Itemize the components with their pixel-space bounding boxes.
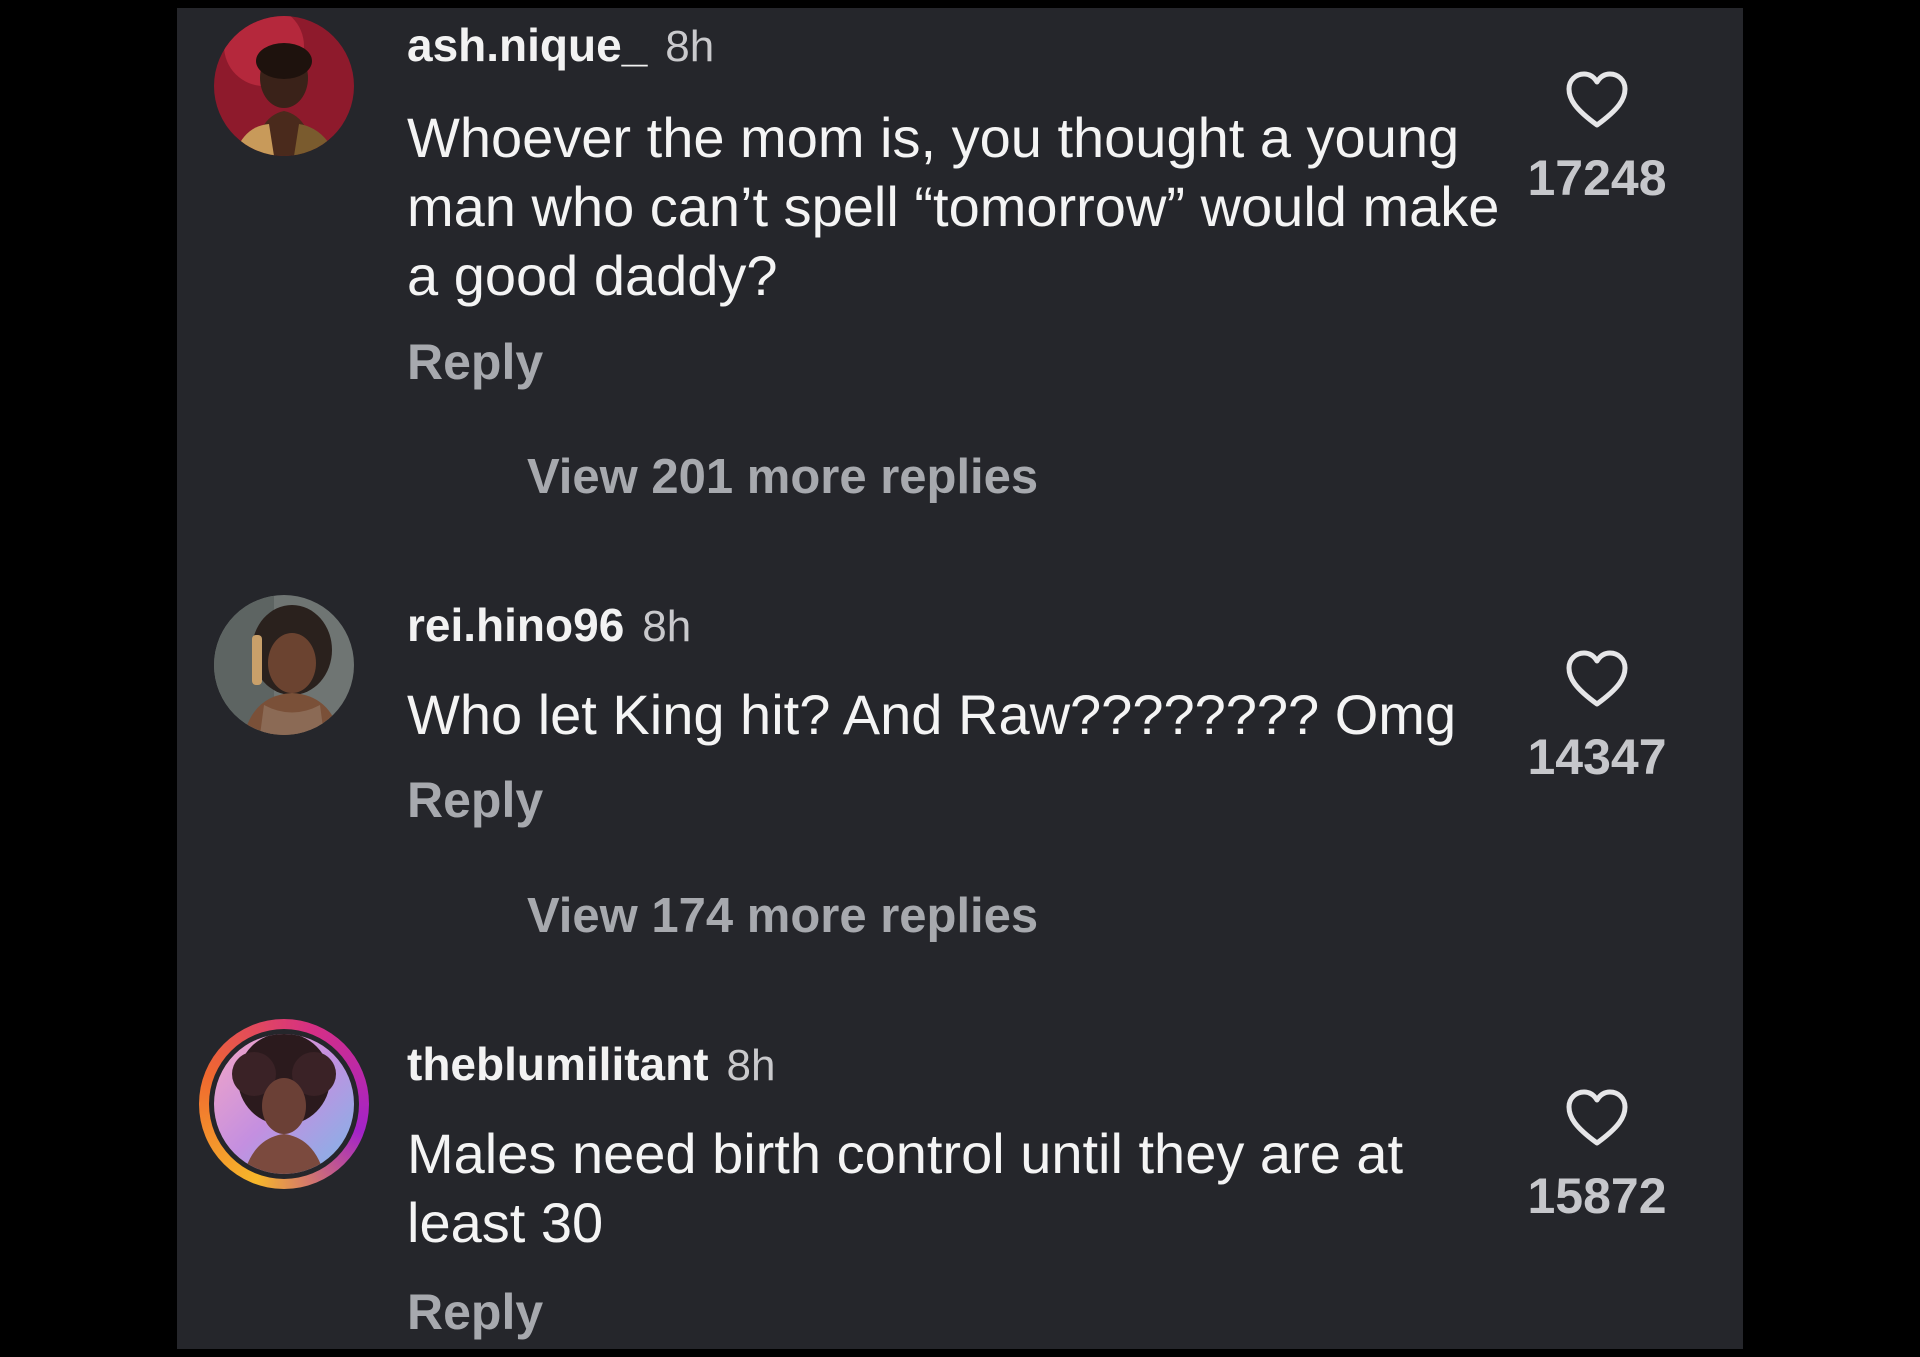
heart-outline-icon[interactable]: [1565, 650, 1629, 708]
comments-panel: ash.nique_ 8h Whoever the mom is, you tho…: [177, 8, 1743, 1349]
timestamp: 8h: [665, 22, 715, 71]
like-count: 14347: [1527, 729, 1667, 785]
heart-outline-icon[interactable]: [1565, 71, 1629, 129]
profile-photo-icon: [214, 16, 354, 156]
like-group: 17248: [1522, 71, 1672, 207]
reply-button[interactable]: Reply: [407, 333, 543, 391]
like-count: 17248: [1527, 150, 1667, 206]
like-group: 15872: [1522, 1089, 1672, 1225]
username[interactable]: rei.hino96: [407, 599, 624, 651]
username[interactable]: ash.nique_: [407, 19, 647, 71]
avatar-ring-gap: [209, 1029, 359, 1179]
view-replies-button[interactable]: View 174 more replies: [527, 888, 1038, 944]
reply-button[interactable]: Reply: [407, 1283, 543, 1341]
avatar[interactable]: [214, 595, 354, 735]
comment-text: Males need birth control until they are …: [407, 1122, 1404, 1254]
view-replies-button[interactable]: View 201 more replies: [527, 449, 1038, 505]
comment-text: Who let King hit? And Raw???????? Omg: [407, 683, 1457, 746]
like-group: 14347: [1522, 650, 1672, 786]
comment-text: Whoever the mom is, you thought a young …: [407, 106, 1500, 307]
heart-outline-icon[interactable]: [1565, 1089, 1629, 1147]
profile-photo-icon: [214, 1034, 354, 1174]
avatar: [214, 1034, 354, 1174]
timestamp: 8h: [642, 602, 692, 651]
like-count: 15872: [1527, 1168, 1667, 1224]
timestamp: 8h: [726, 1041, 776, 1090]
avatar-story-ring[interactable]: [199, 1019, 369, 1189]
profile-photo-icon: [214, 595, 354, 735]
username[interactable]: theblumilitant: [407, 1038, 709, 1090]
reply-button[interactable]: Reply: [407, 771, 543, 829]
avatar[interactable]: [214, 16, 354, 156]
